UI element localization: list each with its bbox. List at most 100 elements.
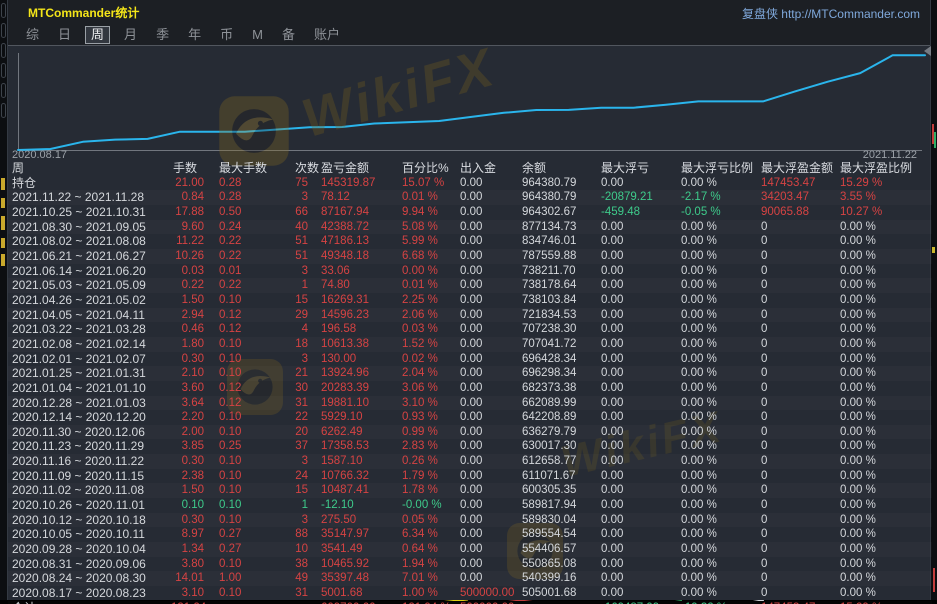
column-header[interactable]: 最大浮盈比例 bbox=[840, 161, 932, 176]
table-cell: 0.00 % bbox=[840, 483, 932, 498]
table-cell: 14.01 bbox=[171, 571, 219, 586]
table-cell: 1.50 bbox=[171, 483, 219, 498]
table-row[interactable]: 2020.11.30 ~ 2020.12.062.000.10206262.49… bbox=[8, 425, 932, 440]
menu-item-季[interactable]: 季 bbox=[151, 27, 174, 43]
table-cell: 0 bbox=[761, 542, 840, 557]
table-cell: 0.00 bbox=[460, 381, 522, 396]
table-cell: 0 bbox=[761, 439, 840, 454]
table-cell: 0 bbox=[761, 337, 840, 352]
table-cell: 0.00 % bbox=[840, 469, 932, 484]
table-cell: 10 bbox=[293, 542, 321, 557]
column-header[interactable]: 盈亏金额 bbox=[321, 161, 402, 176]
menu-item-年[interactable]: 年 bbox=[183, 27, 206, 43]
table-cell: 2021.10.25 ~ 2021.10.31 bbox=[8, 205, 171, 220]
table-cell: 145319.87 bbox=[321, 176, 402, 191]
menu-item-月[interactable]: 月 bbox=[119, 27, 142, 43]
menu-item-M[interactable]: M bbox=[247, 27, 268, 43]
table-cell: 0.12 bbox=[219, 381, 293, 396]
table-cell: 0.00 % bbox=[681, 439, 761, 454]
table-row[interactable]: 2020.10.12 ~ 2020.10.180.300.103275.500.… bbox=[8, 513, 932, 528]
table-cell: 0.00 % bbox=[681, 557, 761, 572]
table-row[interactable]: 2021.11.22 ~ 2021.11.280.840.28378.120.0… bbox=[8, 190, 932, 205]
table-row[interactable]: 2021.01.04 ~ 2021.01.103.600.123020283.3… bbox=[8, 381, 932, 396]
table-row[interactable]: 2020.08.17 ~ 2020.08.233.100.10315001.68… bbox=[8, 586, 932, 601]
table-cell: 49 bbox=[293, 571, 321, 586]
table-row[interactable]: 2021.03.22 ~ 2021.03.280.460.124196.580.… bbox=[8, 322, 932, 337]
column-header[interactable]: 最大手数 bbox=[219, 161, 293, 176]
table-cell: 2020.09.28 ~ 2020.10.04 bbox=[8, 542, 171, 557]
menu-item-备[interactable]: 备 bbox=[277, 27, 300, 43]
column-header[interactable]: 余额 bbox=[522, 161, 601, 176]
table-row[interactable]: 2021.06.14 ~ 2021.06.200.030.01333.060.0… bbox=[8, 264, 932, 279]
column-header[interactable]: 最大浮盈金额 bbox=[761, 161, 840, 176]
menu-item-周[interactable]: 周 bbox=[85, 26, 110, 44]
table-row[interactable]: 2020.10.05 ~ 2020.10.118.970.278835147.9… bbox=[8, 527, 932, 542]
table-cell: 2021.01.04 ~ 2021.01.10 bbox=[8, 381, 171, 396]
table-row[interactable]: 2020.10.26 ~ 2020.11.010.100.101-12.10-0… bbox=[8, 498, 932, 513]
table-row[interactable]: 持仓21.000.2875145319.8715.07 %0.00964380.… bbox=[8, 176, 932, 191]
table-row[interactable]: 2021.05.03 ~ 2021.05.090.220.22174.800.0… bbox=[8, 278, 932, 293]
table-cell: 0.00 % bbox=[681, 293, 761, 308]
table-cell: 682373.38 bbox=[522, 381, 601, 396]
table-cell: 2021.11.22 ~ 2021.11.28 bbox=[8, 190, 171, 205]
table-row[interactable]: 2021.08.30 ~ 2021.09.059.600.244042388.7… bbox=[8, 220, 932, 235]
table-cell: 0.64 % bbox=[402, 542, 460, 557]
table-row[interactable]: 2021.06.21 ~ 2021.06.2710.260.225149348.… bbox=[8, 249, 932, 264]
column-header[interactable]: 百分比% bbox=[402, 161, 460, 176]
column-header[interactable]: 最大浮亏 bbox=[601, 161, 681, 176]
table-cell: 0.10 bbox=[219, 410, 293, 425]
table-cell: 9.94 % bbox=[402, 205, 460, 220]
table-row[interactable]: 2020.11.23 ~ 2020.11.293.850.253717358.5… bbox=[8, 439, 932, 454]
table-cell: 964380.79 bbox=[522, 176, 601, 191]
table-row[interactable]: 2020.09.28 ~ 2020.10.041.340.27103541.49… bbox=[8, 542, 932, 557]
table-cell: 550865.08 bbox=[522, 557, 601, 572]
table-cell: 0.02 % bbox=[402, 352, 460, 367]
table-cell: 0.00 % bbox=[840, 352, 932, 367]
table-cell: 0.12 bbox=[219, 396, 293, 411]
table-cell: 0.00 bbox=[460, 337, 522, 352]
table-cell: 0.00 % bbox=[840, 439, 932, 454]
menu-item-账户[interactable]: 账户 bbox=[309, 27, 345, 43]
table-cell: 0.00 bbox=[460, 278, 522, 293]
table-cell: 630017.30 bbox=[522, 439, 601, 454]
table-row[interactable]: 2021.04.05 ~ 2021.04.112.940.122914596.2… bbox=[8, 308, 932, 323]
table-cell: 0.01 % bbox=[402, 190, 460, 205]
table-cell: 66 bbox=[293, 205, 321, 220]
table-row[interactable]: 2021.01.25 ~ 2021.01.312.100.102113924.9… bbox=[8, 366, 932, 381]
table-cell: -0.00 % bbox=[402, 498, 460, 513]
table-cell: 1.34 bbox=[171, 542, 219, 557]
balance-line bbox=[18, 55, 925, 150]
table-row[interactable]: 2020.12.14 ~ 2020.12.202.200.10225929.10… bbox=[8, 410, 932, 425]
table-row[interactable]: 2020.11.09 ~ 2020.11.152.380.102410766.3… bbox=[8, 469, 932, 484]
table-cell: 2020.10.12 ~ 2020.10.18 bbox=[8, 513, 171, 528]
table-cell: 0.00 bbox=[460, 527, 522, 542]
table-cell: 47186.13 bbox=[321, 234, 402, 249]
table-row[interactable]: 2020.12.28 ~ 2021.01.033.640.123119881.1… bbox=[8, 396, 932, 411]
table-row[interactable]: 2021.04.26 ~ 2021.05.021.500.101516269.3… bbox=[8, 293, 932, 308]
table-cell: 20 bbox=[293, 425, 321, 440]
column-header[interactable]: 最大浮亏比例 bbox=[681, 161, 761, 176]
column-header[interactable]: 周 bbox=[8, 161, 171, 176]
table-row[interactable]: 2020.11.16 ~ 2020.11.220.300.1031587.100… bbox=[8, 454, 932, 469]
table-cell: 90065.88 bbox=[761, 205, 840, 220]
table-cell: 0.00 bbox=[460, 469, 522, 484]
menu-item-币[interactable]: 币 bbox=[215, 27, 238, 43]
scroll-arrow-icon[interactable] bbox=[924, 46, 931, 56]
column-header[interactable]: 手数 bbox=[171, 161, 219, 176]
table-row[interactable]: 2020.08.31 ~ 2020.09.063.800.103810465.9… bbox=[8, 557, 932, 572]
table-cell: 0.28 bbox=[219, 176, 293, 191]
table-row[interactable]: 2021.02.08 ~ 2021.02.141.800.101810613.3… bbox=[8, 337, 932, 352]
table-cell: 2021.02.08 ~ 2021.02.14 bbox=[8, 337, 171, 352]
menu-item-日[interactable]: 日 bbox=[53, 27, 76, 43]
table-row[interactable]: 2020.11.02 ~ 2020.11.081.500.101510487.4… bbox=[8, 483, 932, 498]
brand-link[interactable]: 复盘侠 http://MTCommander.com bbox=[742, 5, 920, 22]
table-cell: 3.06 % bbox=[402, 381, 460, 396]
table-row[interactable]: 2021.02.01 ~ 2021.02.070.300.103130.000.… bbox=[8, 352, 932, 367]
menu-item-综[interactable]: 综 bbox=[21, 27, 44, 43]
table-row[interactable]: 2021.10.25 ~ 2021.10.3117.880.506687167.… bbox=[8, 205, 932, 220]
column-header[interactable]: 次数 bbox=[293, 161, 321, 176]
table-row[interactable]: 2021.08.02 ~ 2021.08.0811.220.225147186.… bbox=[8, 234, 932, 249]
table-row[interactable]: 2020.08.24 ~ 2020.08.3014.011.004935397.… bbox=[8, 571, 932, 586]
column-header[interactable]: 出入金 bbox=[460, 161, 522, 176]
table-cell: 589830.04 bbox=[522, 513, 601, 528]
